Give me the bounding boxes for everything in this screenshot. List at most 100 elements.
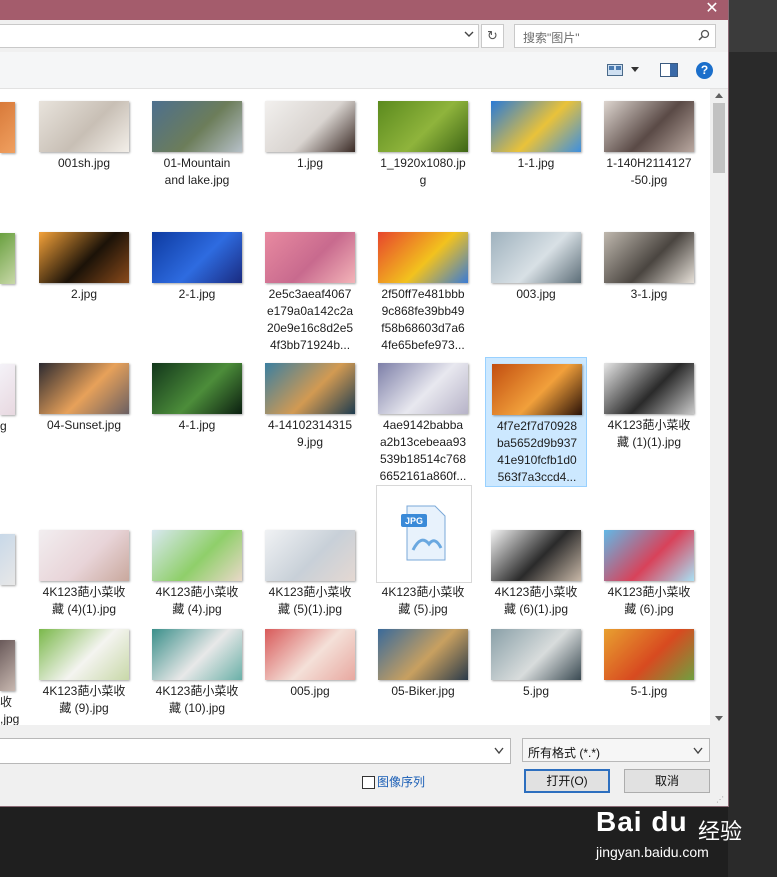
file-name: 4K123葩小菜收 藏 (6).jpg (607, 585, 691, 616)
file-thumbnail (152, 363, 242, 414)
file-thumbnail (39, 101, 129, 152)
dialog-titlebar: ✕ (0, 0, 728, 20)
chevron-down-icon[interactable] (464, 29, 474, 39)
resize-grip-icon[interactable]: ⋰ (716, 795, 724, 804)
file-thumbnail (492, 364, 582, 415)
file-thumbnail (604, 232, 694, 283)
file-thumbnail (39, 530, 129, 581)
file-type-value: 所有格式 (*.*) (528, 746, 601, 760)
file-item[interactable]: 005.jpg (259, 623, 361, 725)
refresh-button[interactable]: ↻ (481, 24, 504, 48)
file-name: 4K123葩小菜收 藏 (4).jpg (155, 585, 239, 616)
file-item[interactable]: 003.jpg (485, 226, 587, 354)
file-item[interactable]: 1_1920x1080.jp g (372, 95, 474, 223)
file-item[interactable]: 4K123葩小菜收 藏 (10).jpg (146, 623, 248, 725)
file-item[interactable]: 4K123葩小菜收 藏 (9).jpg (33, 623, 135, 725)
file-item[interactable]: 1.jpg (259, 95, 361, 223)
file-item[interactable]: 4K123葩小菜收 藏 (1)(1).jpg (598, 357, 700, 487)
scroll-up-icon[interactable] (715, 93, 723, 98)
file-name: 1.jpg (296, 156, 324, 170)
scroll-down-icon[interactable] (715, 716, 723, 721)
file-item[interactable]: 05-Biker.jpg (372, 623, 474, 725)
file-name: 4-14102314315 9.jpg (267, 418, 353, 449)
close-icon[interactable]: ✕ (702, 0, 722, 18)
file-item[interactable]: 4K123葩小菜收 藏 (4)(1).jpg (33, 489, 135, 619)
vertical-scrollbar[interactable] (710, 89, 728, 725)
file-item[interactable]: 2f50ff7e481bbb 9c868fe39bb49 f58b68603d7… (372, 226, 474, 354)
search-icon[interactable] (698, 29, 710, 41)
search-input[interactable]: 搜索"图片" (514, 24, 716, 48)
svg-text:JPG: JPG (405, 516, 423, 526)
image-sequence-label[interactable]: 图像序列 (377, 773, 425, 790)
file-item[interactable]: 4K123葩小菜收 藏 (5)(1).jpg (259, 489, 361, 619)
file-name: 003.jpg (516, 287, 556, 301)
file-list: 001sh.jpg 01-Mountain and lake.jpg 1.jpg 1_… (0, 89, 710, 725)
help-icon[interactable]: ? (696, 62, 713, 79)
file-item[interactable]: 4f7e2f7d70928 ba5652d9b937 41e910fcfb1d0… (485, 357, 587, 487)
file-item[interactable]: 4-14102314315 9.jpg (259, 357, 361, 487)
file-item[interactable]: 4K123葩小菜收 藏 (6)(1).jpg (485, 489, 587, 619)
scrollbar-thumb[interactable] (713, 103, 725, 173)
file-item[interactable]: 5.jpg (485, 623, 587, 725)
file-name: 01-Mountain and lake.jpg (163, 156, 231, 187)
file-name: 1_1920x1080.jp g (380, 156, 466, 187)
file-item[interactable]: 4-1.jpg (146, 357, 248, 487)
view-options-icon[interactable] (607, 64, 623, 76)
file-thumbnail (152, 101, 242, 152)
file-item[interactable]: 2e5c3aeaf4067 e179a0a142c2a 20e9e16c8d2e… (259, 226, 361, 354)
file-thumbnail (152, 530, 242, 581)
file-item[interactable]: 3-1.jpg (598, 226, 700, 354)
file-name: 2e5c3aeaf4067 e179a0a142c2a 20e9e16c8d2e… (266, 287, 354, 352)
file-thumbnail-partial[interactable] (0, 534, 15, 585)
watermark: Bai du 经验 jingyan.baidu.com (596, 806, 766, 866)
file-name: 04-Sunset.jpg (46, 418, 122, 432)
filename-input[interactable] (0, 738, 511, 764)
file-thumbnail-partial[interactable] (0, 640, 15, 691)
file-item[interactable]: 1-1.jpg (485, 95, 587, 223)
background-window (728, 0, 777, 877)
file-item[interactable]: 4K123葩小菜收 藏 (4).jpg (146, 489, 248, 619)
open-button[interactable]: 打开(O) (524, 769, 610, 793)
refresh-icon: ↻ (487, 28, 498, 43)
file-name: 2-1.jpg (178, 287, 216, 301)
file-thumbnail (604, 101, 694, 152)
search-placeholder: 搜索"图片" (523, 31, 580, 45)
view-dropdown-icon[interactable] (631, 67, 639, 72)
file-item[interactable]: 2-1.jpg (146, 226, 248, 354)
file-name: 5-1.jpg (630, 684, 668, 698)
file-name: 05-Biker.jpg (391, 684, 455, 698)
chevron-down-icon[interactable] (693, 747, 703, 755)
file-thumbnail (378, 232, 468, 283)
file-name: 4K123葩小菜收 藏 (5).jpg (381, 585, 465, 616)
file-item[interactable]: 1-140H2114127 -50.jpg (598, 95, 700, 223)
file-name: 4K123葩小菜收 藏 (6)(1).jpg (494, 585, 578, 616)
preview-pane-icon[interactable] (660, 63, 678, 77)
file-item[interactable]: 4ae9142babba a2b13cebeaa93 539b18514c768… (372, 357, 474, 487)
file-name-partial: g (0, 419, 7, 433)
file-item[interactable]: 04-Sunset.jpg (33, 357, 135, 487)
cancel-button[interactable]: 取消 (624, 769, 710, 793)
chevron-down-icon[interactable] (494, 747, 504, 755)
image-sequence-checkbox[interactable] (362, 776, 375, 789)
file-thumbnail (491, 629, 581, 680)
file-thumbnail (265, 232, 355, 283)
file-thumbnail (491, 232, 581, 283)
file-item[interactable]: 001sh.jpg (33, 95, 135, 223)
file-item[interactable]: 5-1.jpg (598, 623, 700, 725)
file-item[interactable]: 2.jpg (33, 226, 135, 354)
file-type-select[interactable]: 所有格式 (*.*) (522, 738, 710, 762)
file-name: 005.jpg (290, 684, 330, 698)
address-bar[interactable] (0, 24, 479, 48)
file-item[interactable]: JPG 4K123葩小菜收 藏 (5).jpg (372, 485, 474, 619)
file-item[interactable]: 4K123葩小菜收 藏 (6).jpg (598, 489, 700, 619)
open-file-dialog: ✕ ↻ 搜索"图片" ? 001sh.jpg 01-Mountain and la… (0, 0, 729, 807)
file-thumbnail-partial[interactable] (0, 233, 15, 284)
file-name: 5.jpg (522, 684, 550, 698)
file-thumbnail-partial[interactable] (0, 102, 15, 153)
file-item[interactable]: 01-Mountain and lake.jpg (146, 95, 248, 223)
file-thumbnail (265, 363, 355, 414)
watermark-logo: Bai du (596, 806, 688, 837)
file-thumbnail (265, 530, 355, 581)
file-thumbnail (378, 101, 468, 152)
file-thumbnail-partial[interactable] (0, 364, 15, 415)
